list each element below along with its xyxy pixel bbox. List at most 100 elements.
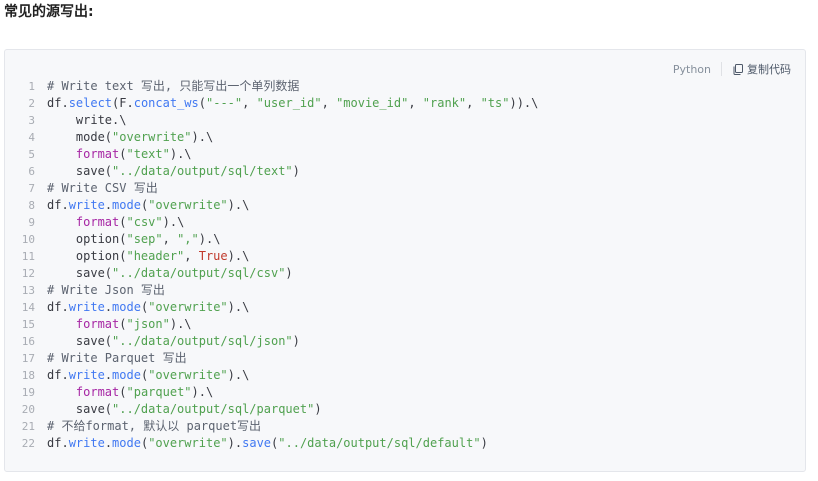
code-token: # Write CSV 写出 [47, 181, 158, 195]
line-number: 22 [21, 437, 35, 450]
code-token: . [104, 436, 113, 450]
code-text: df.write.mode("overwrite").save("../data… [47, 435, 488, 452]
code-token: # Write Parquet 写出 [47, 351, 187, 365]
code-line: 18 df.write.mode("overwrite").\ [5, 367, 538, 384]
code-line: 20 save("../data/output/sql/parquet") [5, 401, 538, 418]
copy-code-label: 复制代码 [747, 63, 791, 76]
code-token: "csv" [126, 215, 163, 229]
code-token: ) [314, 402, 322, 416]
code-block: Python 复制代码 1 # Write text 写出, 只能写出一个单列数据… [4, 49, 806, 472]
code-token: , [184, 249, 199, 263]
code-token: # 不给format, 默认以 parquet写出 [47, 419, 262, 433]
code-token: save( [47, 164, 113, 178]
code-text: # Write CSV 写出 [47, 180, 158, 197]
code-token: "header" [126, 249, 185, 263]
code-token: ).\ [191, 130, 214, 144]
code-token: , [466, 96, 481, 110]
code-token: ).\ [198, 232, 221, 246]
code-line: 6 save("../data/output/sql/text") [5, 163, 538, 180]
code-line: 2 df.select(F.concat_ws("---", "user_id",… [5, 95, 538, 112]
code-token: ) [292, 164, 300, 178]
code-token: , [162, 232, 178, 246]
code-token: "text" [126, 147, 170, 161]
code-token: df. [47, 436, 69, 450]
code-token: ( [119, 147, 127, 161]
code-token: ( [119, 215, 127, 229]
code-token: "../data/output/sql/default" [278, 436, 481, 450]
copy-icon [733, 63, 743, 75]
line-number: 19 [21, 386, 35, 399]
code-token: df. [47, 368, 69, 382]
code-text: save("../data/output/sql/parquet") [47, 401, 322, 418]
code-token: , [408, 96, 423, 110]
code-token: concat_ws [133, 96, 199, 110]
code-text: option("header", True).\ [47, 248, 249, 265]
code-line: 21 # 不给format, 默认以 parquet写出 [5, 418, 538, 435]
code-line: 22 df.write.mode("overwrite").save("../da… [5, 435, 538, 452]
copy-code-button[interactable]: 复制代码 [733, 61, 791, 77]
toolbar-divider [721, 62, 722, 76]
code-text: save("../data/output/sql/text") [47, 163, 300, 180]
code-line: 8 df.write.mode("overwrite").\ [5, 197, 538, 214]
code-token: "overwrite" [148, 436, 228, 450]
line-number: 15 [21, 318, 35, 331]
code-token: mode [112, 300, 141, 314]
code-token: write [68, 300, 105, 314]
code-token: ).\ [227, 368, 250, 382]
code-lines: 1 # Write text 写出, 只能写出一个单列数据 2 df.select(F… [5, 78, 539, 452]
code-text: write.\ [47, 112, 127, 129]
code-token: format [75, 385, 120, 399]
code-text: # Write Json 写出 [47, 282, 165, 299]
line-number: 7 [28, 182, 35, 195]
code-line: 16 save("../data/output/sql/json") [5, 333, 538, 350]
code-text: df.write.mode("overwrite").\ [47, 367, 249, 384]
code-token: "overwrite" [112, 130, 192, 144]
code-token: option( [47, 232, 127, 246]
code-token: df. [47, 198, 69, 212]
code-line: 10 option("sep", ",").\ [5, 231, 538, 248]
code-token: ( [119, 317, 127, 331]
code-token: option( [47, 249, 127, 263]
code-token: format [75, 215, 120, 229]
code-text: # 不给format, 默认以 parquet写出 [47, 418, 261, 435]
line-number: 11 [21, 250, 35, 263]
code-token: ) [480, 436, 488, 450]
code-token: write [68, 436, 105, 450]
code-token: ( [119, 385, 127, 399]
section-heading: 常见的源写出: [4, 4, 94, 20]
code-token: ).\ [191, 385, 214, 399]
code-token: )).\ [509, 96, 539, 110]
line-number: 4 [28, 131, 35, 144]
code-line: 13 # Write Json 写出 [5, 282, 538, 299]
code-token: ).\ [227, 249, 250, 263]
code-text: option("sep", ",").\ [47, 231, 221, 248]
code-token: "user_id" [256, 96, 322, 110]
code-token: # Write text 写出, 只能写出一个单列数据 [47, 79, 300, 93]
code-token: ) [285, 266, 293, 280]
code-token: "../data/output/sql/parquet" [112, 402, 315, 416]
line-number: 8 [28, 199, 35, 212]
code-text: format("json").\ [47, 316, 192, 333]
code-token: select [68, 96, 113, 110]
line-number: 2 [28, 97, 35, 110]
code-token: ).\ [227, 300, 250, 314]
code-line: 17 # Write Parquet 写出 [5, 350, 538, 367]
code-line: 3 write.\ [5, 112, 538, 129]
code-token: "../data/output/sql/json" [112, 334, 293, 348]
code-token: save [242, 436, 272, 450]
code-token: ).\ [227, 198, 250, 212]
line-number: 6 [28, 165, 35, 178]
line-number: 18 [21, 369, 35, 382]
code-token: . [104, 300, 113, 314]
code-text: save("../data/output/sql/csv") [47, 265, 293, 282]
code-token: "rank" [422, 96, 467, 110]
code-token: "," [177, 232, 199, 246]
code-token: . [104, 368, 113, 382]
code-text: df.write.mode("overwrite").\ [47, 197, 249, 214]
code-text: # Write text 写出, 只能写出一个单列数据 [47, 78, 299, 95]
code-token: df. [47, 96, 69, 110]
code-line: 9 format("csv").\ [5, 214, 538, 231]
line-number: 12 [21, 267, 35, 280]
